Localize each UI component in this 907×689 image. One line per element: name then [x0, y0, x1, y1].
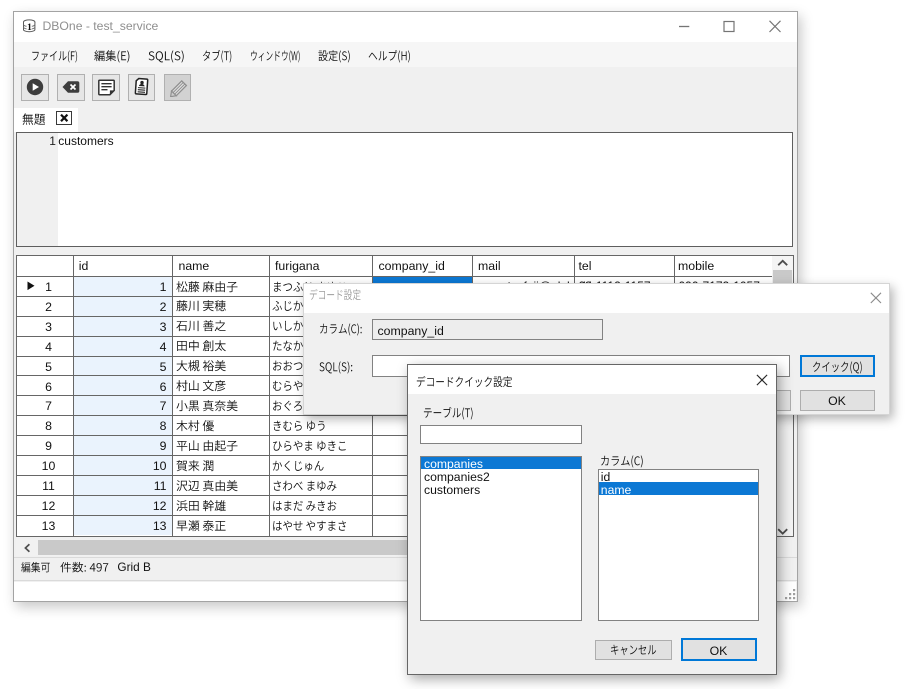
- svg-text:1: 1: [27, 22, 32, 33]
